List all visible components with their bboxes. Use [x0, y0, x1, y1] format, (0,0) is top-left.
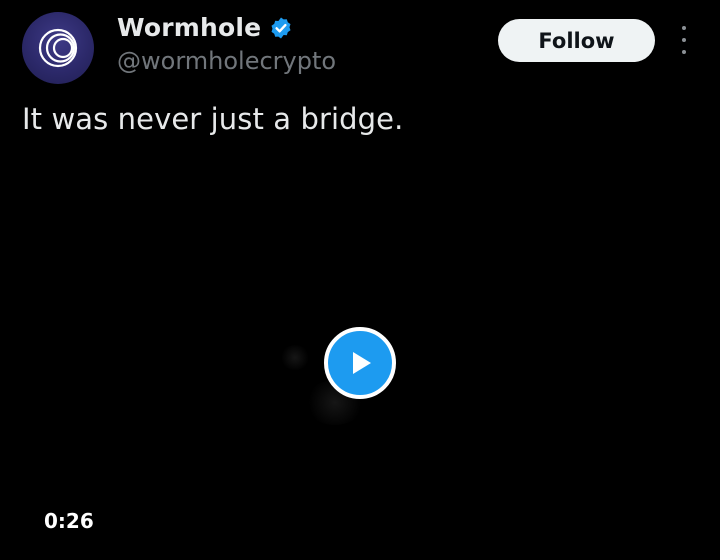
play-button[interactable]	[324, 327, 396, 399]
more-dot	[682, 50, 686, 54]
avatar[interactable]	[22, 12, 94, 84]
video-frame-shape	[280, 345, 310, 370]
video-player[interactable]: 0:26	[0, 150, 720, 560]
video-duration: 0:26	[44, 509, 94, 533]
play-icon	[353, 352, 371, 374]
more-dot	[682, 38, 686, 42]
wormhole-logo-icon	[38, 28, 78, 68]
verified-badge-icon[interactable]	[269, 16, 293, 40]
author-name-row: Wormhole	[117, 13, 293, 42]
more-dot	[682, 26, 686, 30]
author-handle[interactable]: @wormholecrypto	[117, 47, 336, 75]
follow-button[interactable]: Follow	[498, 19, 655, 62]
more-options-icon[interactable]	[672, 26, 696, 54]
tweet-text: It was never just a bridge.	[22, 102, 404, 136]
author-name[interactable]: Wormhole	[117, 13, 261, 42]
